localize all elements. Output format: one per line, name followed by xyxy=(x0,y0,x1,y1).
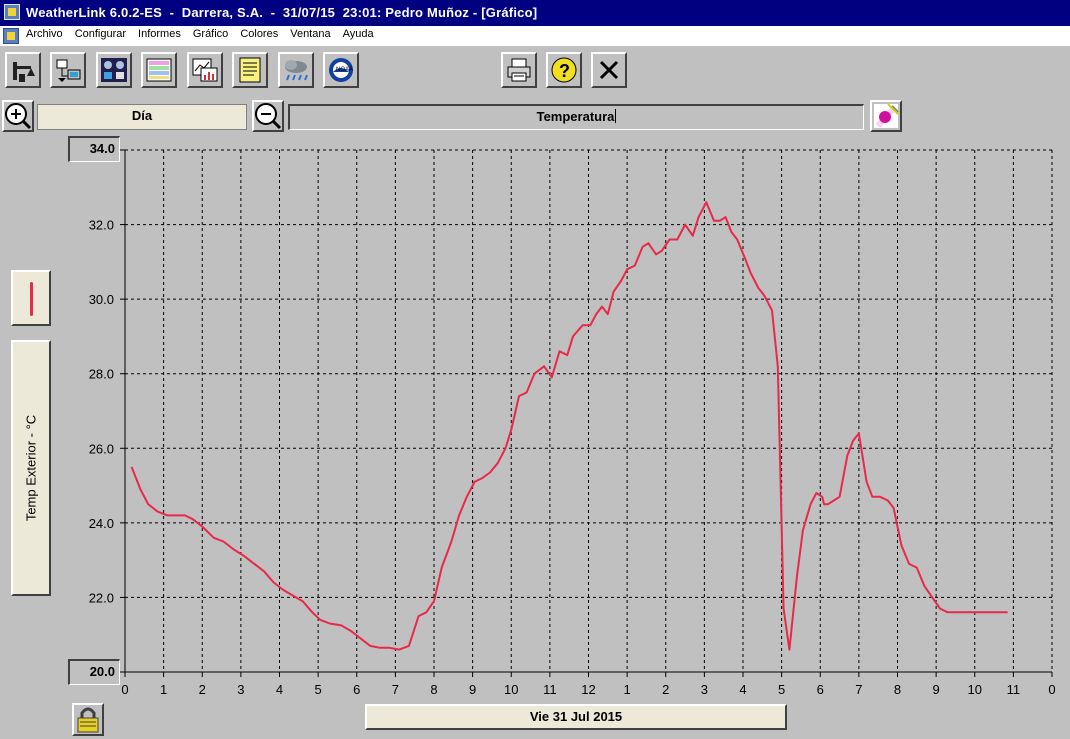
lock-icon xyxy=(77,707,99,733)
x-tick-label: 7 xyxy=(855,682,862,697)
x-tick-label: 5 xyxy=(778,682,785,697)
y-tick-label: 30.0 xyxy=(89,292,114,307)
x-tick-label: 4 xyxy=(276,682,283,697)
x-tick-label: 0 xyxy=(1048,682,1055,697)
x-tick-label: 2 xyxy=(662,682,669,697)
x-tick-label: 0 xyxy=(121,682,128,697)
date-field[interactable]: Vie 31 Jul 2015 xyxy=(365,704,787,730)
x-tick-label: 9 xyxy=(933,682,940,697)
y-tick-label: 28.0 xyxy=(89,367,114,382)
y-tick-label: 32.0 xyxy=(89,218,114,233)
x-tick-label: 11 xyxy=(543,682,557,697)
x-tick-label: 8 xyxy=(430,682,437,697)
y-tick-labels: 22.0 24.0 26.0 28.0 30.0 32.0 xyxy=(89,218,114,606)
x-tick-label: 3 xyxy=(237,682,244,697)
x-tick-label: 9 xyxy=(469,682,476,697)
x-tick-label: 2 xyxy=(199,682,206,697)
x-tick-label: 6 xyxy=(817,682,824,697)
x-tick-label: 11 xyxy=(1007,682,1021,697)
y-tick-label: 24.0 xyxy=(89,516,114,531)
x-tick-label: 1 xyxy=(624,682,631,697)
y-tick-label: 22.0 xyxy=(89,590,114,605)
x-tick-labels: 0 1 2 3 4 5 6 7 8 9 10 11 12 1 2 3 4 5 6 7 8 9 10 11 0 xyxy=(121,682,1055,697)
x-tick-label: 6 xyxy=(353,682,360,697)
x-tick-label: 4 xyxy=(739,682,746,697)
x-tick-label: 12 xyxy=(581,682,595,697)
x-tick-label: 5 xyxy=(315,682,322,697)
y-tick-label: 26.0 xyxy=(89,441,114,456)
x-tick-label: 8 xyxy=(894,682,901,697)
temperature-chart: 22.024.026.028.030.032.0 0 1 2 3 4 5 6 7 8 9 10 11 1… xyxy=(89,149,1056,697)
x-tick-label: 10 xyxy=(504,682,518,697)
x-tick-label: 7 xyxy=(392,682,399,697)
x-tick-label: 3 xyxy=(701,682,708,697)
x-tick-label: 10 xyxy=(968,682,982,697)
x-tick-label: 1 xyxy=(160,682,167,697)
lock-button[interactable] xyxy=(72,703,104,736)
